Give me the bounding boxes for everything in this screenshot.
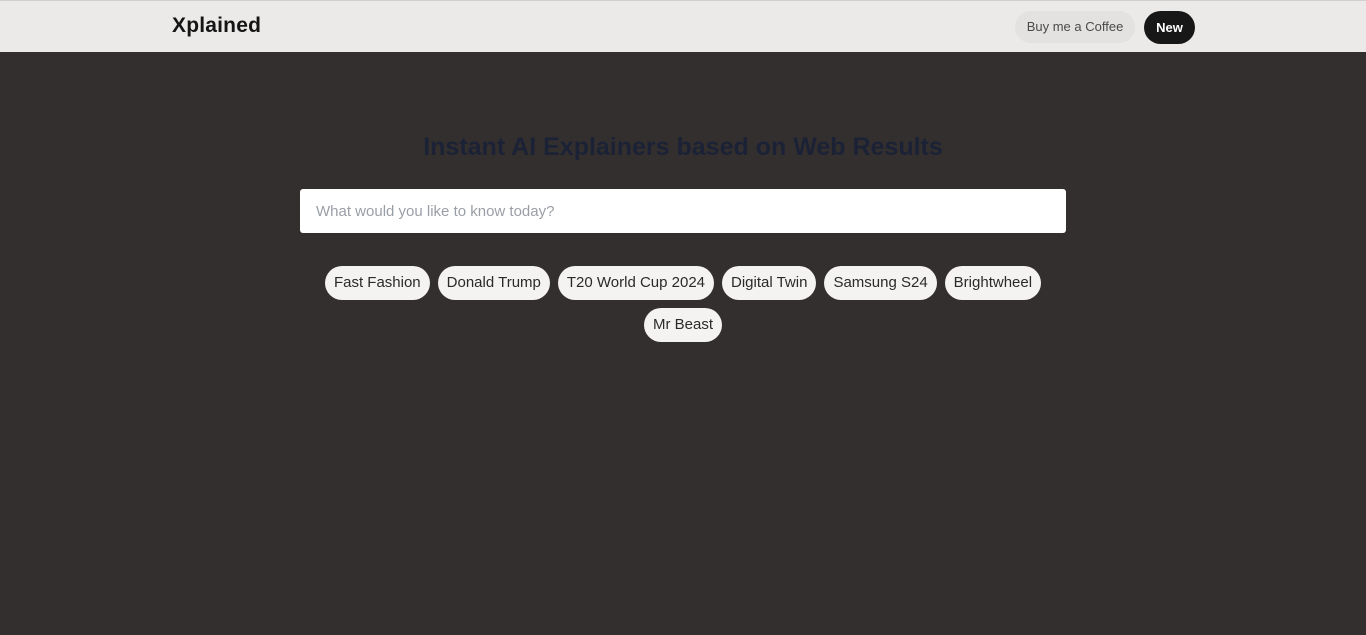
suggestion-chip-donald-trump[interactable]: Donald Trump — [437, 266, 550, 300]
buy-me-a-coffee-button[interactable]: Buy me a Coffee — [1015, 11, 1135, 43]
new-button[interactable]: New — [1144, 11, 1195, 44]
suggestion-chip-t20-world-cup-2024[interactable]: T20 World Cup 2024 — [557, 266, 715, 300]
suggestion-chip-brightwheel[interactable]: Brightwheel — [944, 266, 1042, 300]
suggestion-chip-digital-twin[interactable]: Digital Twin — [722, 266, 817, 300]
brand-logo[interactable]: Xplained — [172, 13, 261, 39]
page-headline: Instant AI Explainers based on Web Resul… — [423, 133, 943, 161]
suggestion-chips: Fast Fashion Donald Trump T20 World Cup … — [300, 266, 1066, 342]
search-input[interactable] — [300, 189, 1066, 233]
suggestion-chip-samsung-s24[interactable]: Samsung S24 — [824, 266, 937, 300]
top-header: Xplained Buy me a Coffee New — [0, 0, 1366, 52]
suggestion-chip-fast-fashion[interactable]: Fast Fashion — [324, 266, 430, 300]
suggestion-chip-mr-beast[interactable]: Mr Beast — [643, 308, 722, 342]
